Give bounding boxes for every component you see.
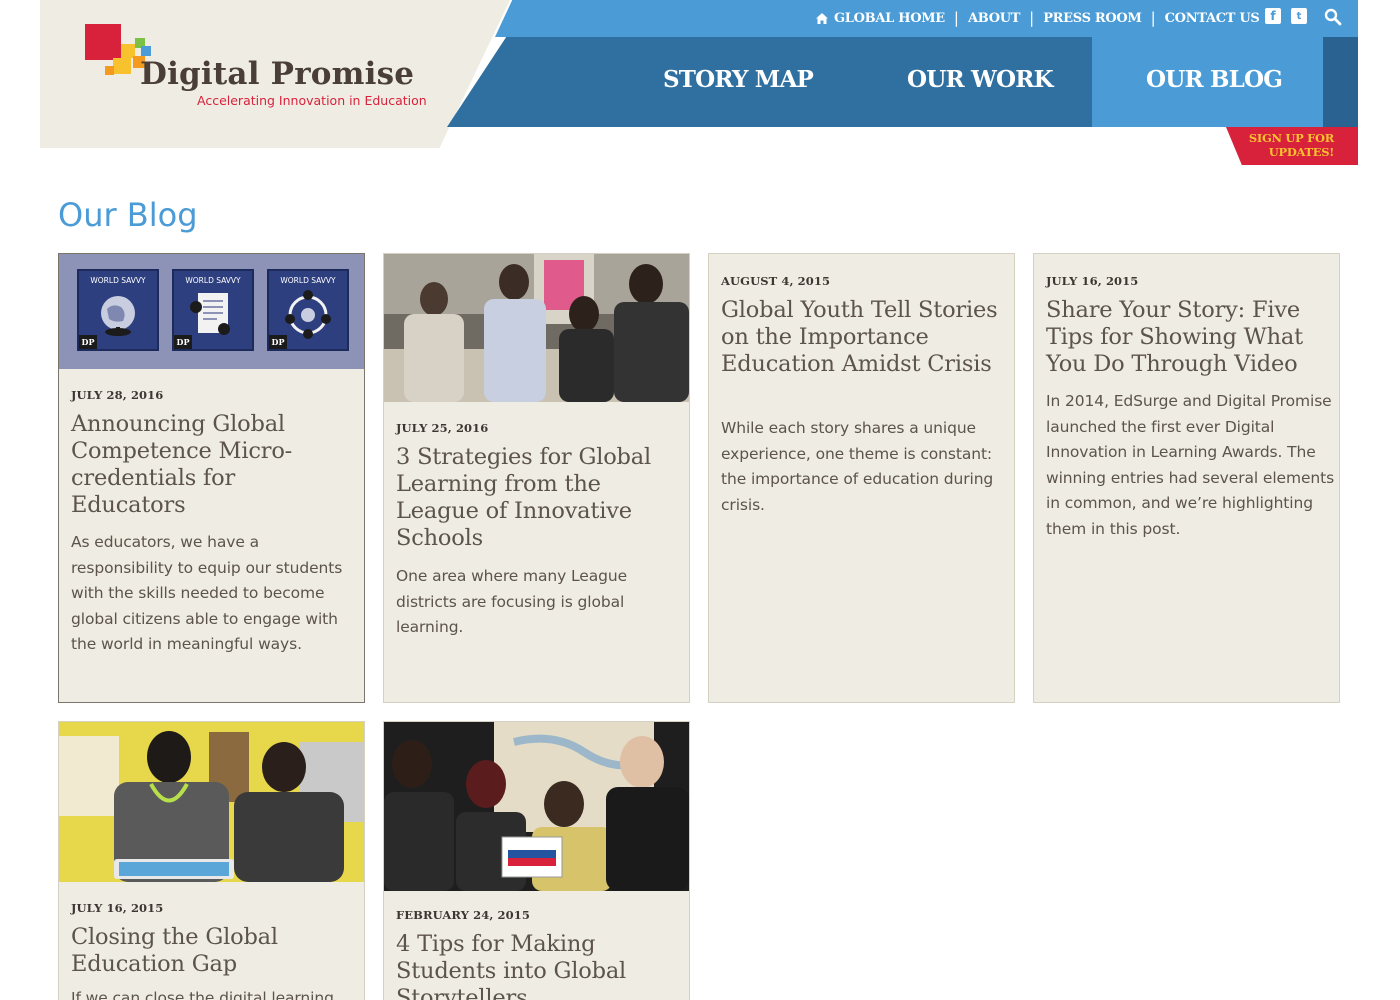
post-date: FEBRUARY 24, 2015 xyxy=(396,908,530,922)
post-title[interactable]: Share Your Story: Five Tips for Showing … xyxy=(1046,297,1331,378)
badge-dp-mark: DP xyxy=(269,335,287,349)
post-date: AUGUST 4, 2015 xyxy=(721,274,831,288)
post-title[interactable]: 4 Tips for Making Students into Global S… xyxy=(396,931,681,1000)
post-date: JULY 16, 2015 xyxy=(71,901,164,915)
post-title[interactable]: Global Youth Tell Stories on the Importa… xyxy=(721,297,1006,378)
blog-card[interactable]: JULY 16, 2015 Closing the Global Educati… xyxy=(58,721,365,1000)
post-image[interactable] xyxy=(59,722,364,882)
post-image[interactable] xyxy=(384,254,689,402)
nav-separator: | xyxy=(953,9,959,27)
main-nav-our-blog[interactable]: OUR BLOG xyxy=(1146,66,1283,93)
nav-separator: | xyxy=(1150,9,1156,27)
post-excerpt: One area where many League districts are… xyxy=(396,567,628,636)
main-nav-our-work[interactable]: OUR WORK xyxy=(907,66,1054,93)
logo-tagline: Accelerating Innovation in Education xyxy=(197,93,427,108)
blog-card[interactable]: JULY 16, 2015 Share Your Story: Five Tip… xyxy=(1033,253,1340,703)
post-title[interactable]: Closing the Global Education Gap xyxy=(71,924,356,978)
search-icon[interactable] xyxy=(1324,8,1342,26)
post-excerpt: While each story shares a unique experie… xyxy=(721,419,994,514)
utility-nav: GLOBAL HOME | ABOUT | PRESS ROOM | CONTA… xyxy=(816,9,1260,27)
post-date: JULY 25, 2016 xyxy=(396,421,489,435)
post-title[interactable]: 3 Strategies for Global Learning from th… xyxy=(396,444,681,552)
blog-card[interactable]: JULY 25, 2016 3 Strategies for Global Le… xyxy=(383,253,690,703)
post-excerpt: In 2014, EdSurge and Digital Promise lau… xyxy=(1046,392,1335,538)
post-image[interactable] xyxy=(384,722,689,891)
post-excerpt: As educators, we have a responsibility t… xyxy=(71,533,343,653)
post-image[interactable]: WORLD SAVVY DP WORLD SAVVY DP WORLD SAVV… xyxy=(59,254,364,369)
nav-press-room[interactable]: PRESS ROOM xyxy=(1043,11,1142,26)
blog-card[interactable]: AUGUST 4, 2015 Global Youth Tell Stories… xyxy=(708,253,1015,703)
logo-title[interactable]: Digital Promise xyxy=(140,56,414,92)
post-title[interactable]: Announcing Global Competence Micro-crede… xyxy=(71,411,356,519)
blog-card[interactable]: WORLD SAVVY DP WORLD SAVVY DP WORLD SAVV… xyxy=(58,253,365,703)
nav-contact-us[interactable]: CONTACT US xyxy=(1165,11,1260,26)
badge-globe: WORLD SAVVY DP xyxy=(77,269,159,351)
blog-card[interactable]: FEBRUARY 24, 2015 4 Tips for Making Stud… xyxy=(383,721,690,1000)
badge-document: WORLD SAVVY DP xyxy=(172,269,254,351)
twitter-icon[interactable]: t xyxy=(1291,8,1307,24)
signup-label[interactable]: SIGN UP FOR UPDATES! xyxy=(1228,131,1334,159)
page-title: Our Blog xyxy=(58,196,198,234)
main-nav-story-map[interactable]: STORY MAP xyxy=(663,66,814,93)
badge-dp-mark: DP xyxy=(174,335,192,349)
badge-dp-mark: DP xyxy=(79,335,97,349)
page: Digital Promise Accelerating Innovation … xyxy=(0,0,1400,1000)
badge-people: WORLD SAVVY DP xyxy=(267,269,349,351)
nav-separator: | xyxy=(1029,9,1035,27)
home-icon xyxy=(816,12,828,24)
nav-global-home[interactable]: GLOBAL HOME xyxy=(834,11,945,26)
post-date: JULY 28, 2016 xyxy=(71,388,164,402)
nav-about[interactable]: ABOUT xyxy=(968,11,1020,26)
main-nav-edge xyxy=(1323,37,1358,127)
facebook-icon[interactable]: f xyxy=(1265,8,1281,24)
post-excerpt: If we can close the digital learning xyxy=(71,989,334,1000)
post-date: JULY 16, 2015 xyxy=(1046,274,1139,288)
